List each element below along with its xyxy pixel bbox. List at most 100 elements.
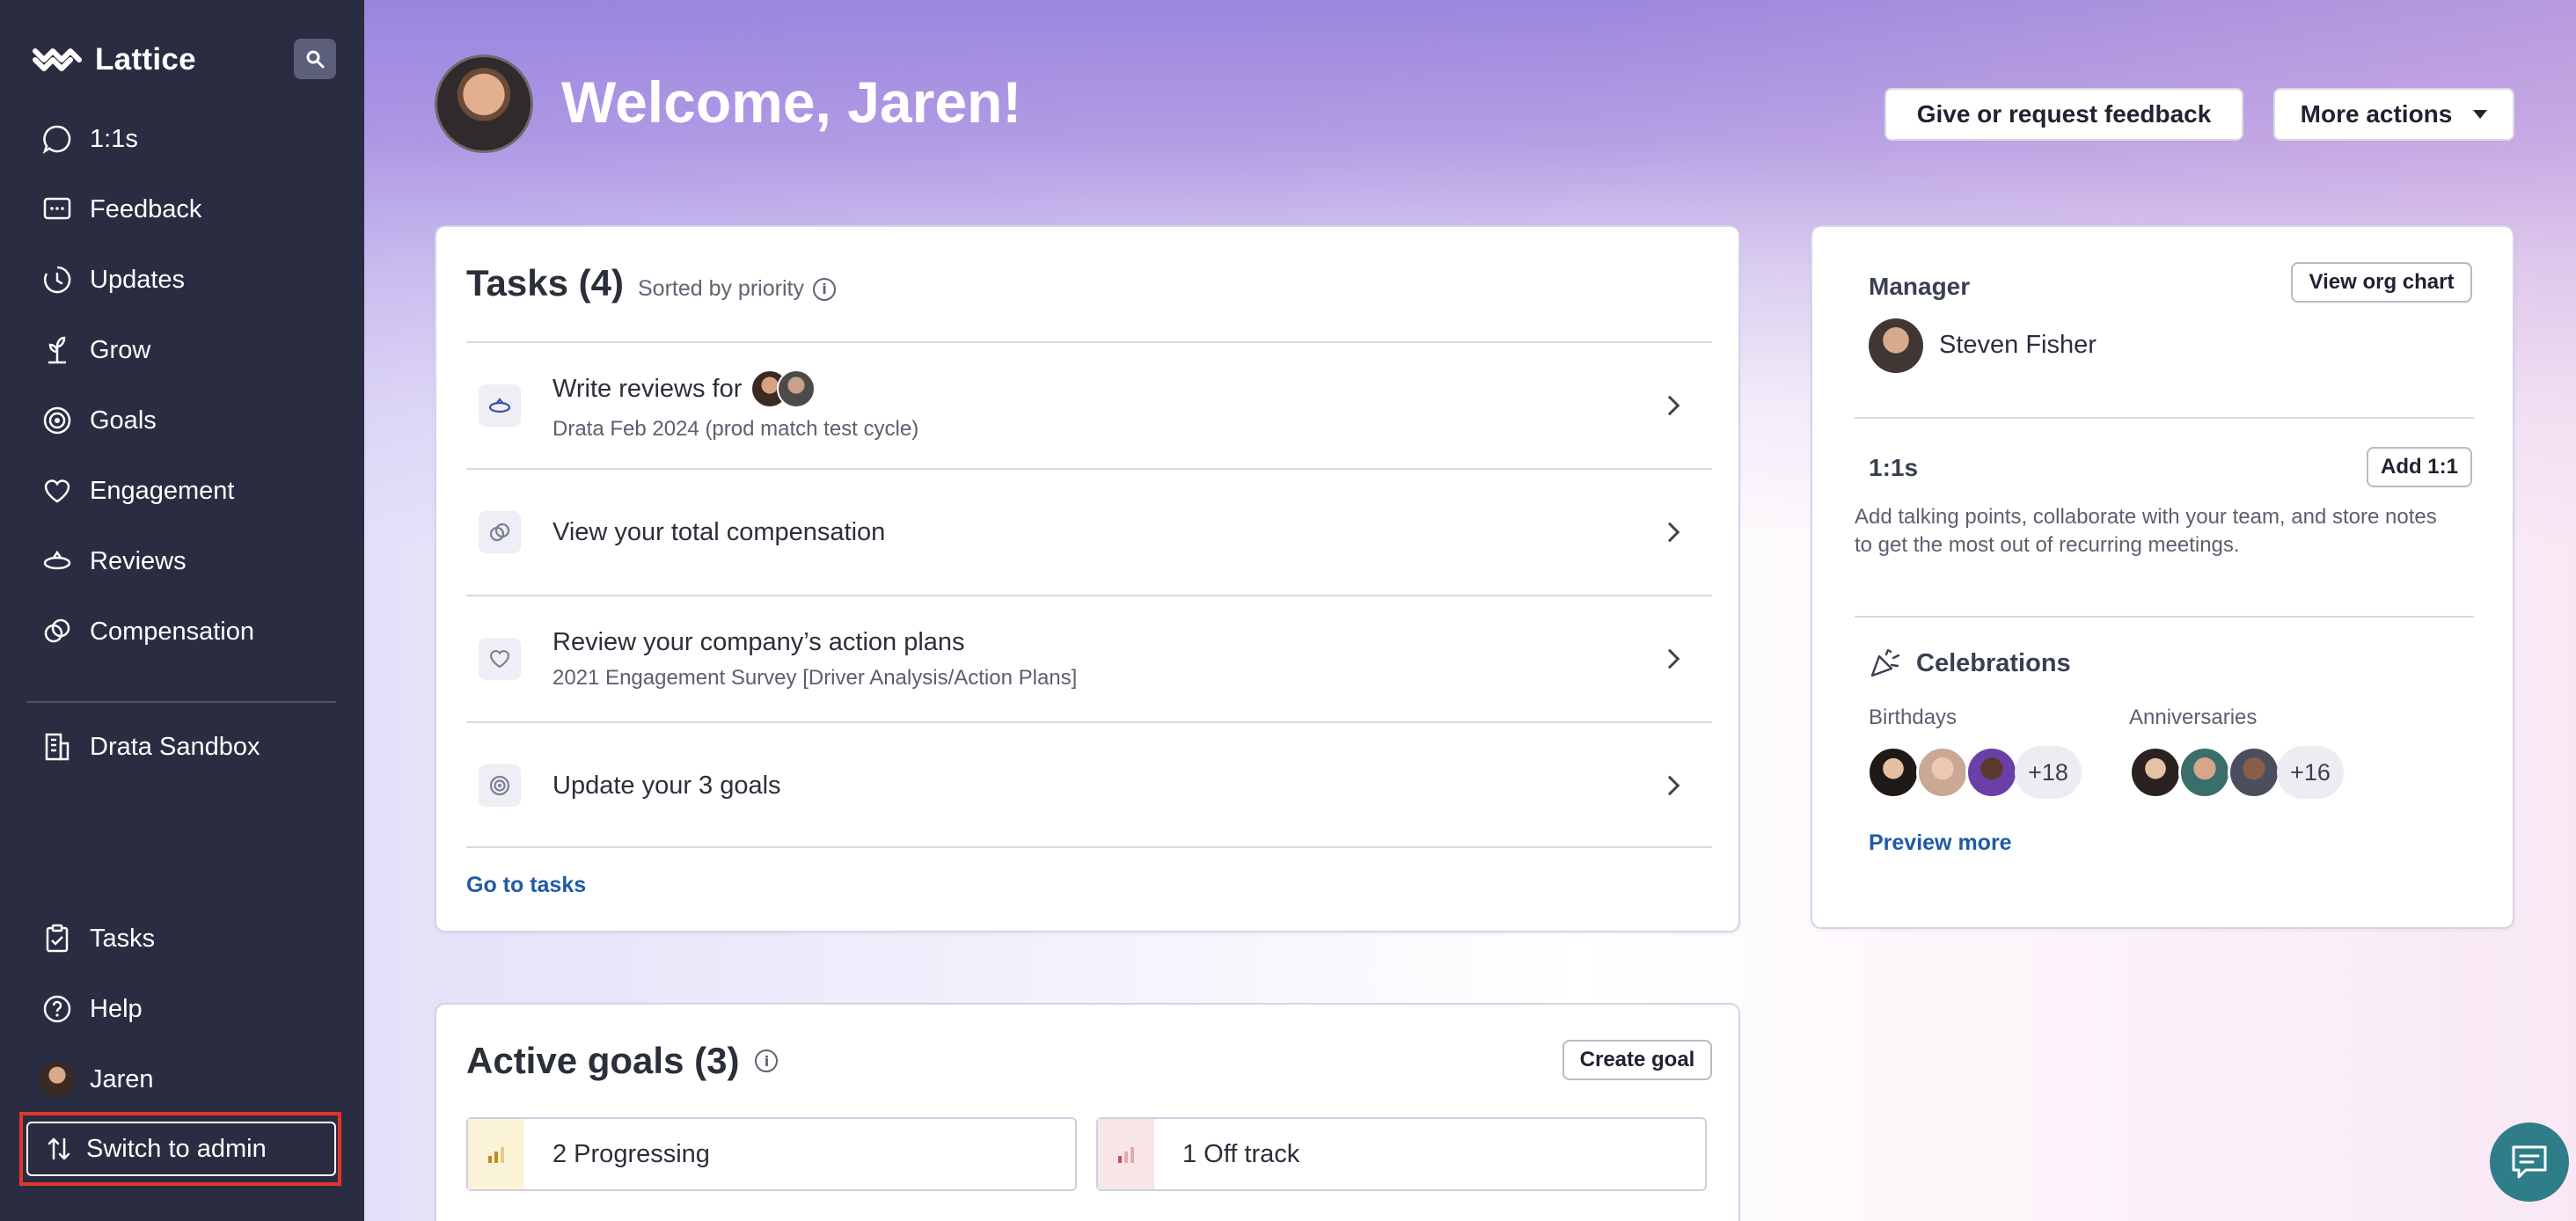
celebrations-heading: Celebrations — [1869, 647, 2071, 679]
chat-icon — [2512, 1145, 2547, 1179]
task-row[interactable]: Write reviews for Drata Feb 2024 (prod m… — [466, 341, 1712, 468]
sidebar-item-grow[interactable]: Grow — [0, 315, 364, 385]
goals-heading: Active goals (3) i — [466, 1040, 779, 1082]
task-row[interactable]: View your total compensation — [466, 468, 1712, 595]
sidebar-bottom: Tasks Help Jaren — [0, 903, 364, 1115]
oneonones-label: 1:1s — [1869, 454, 1919, 481]
celebrations-label: Celebrations — [1916, 648, 2071, 677]
more-actions-button[interactable]: More actions — [2273, 88, 2514, 141]
tasks-sort-label: Sorted by priority i — [638, 276, 836, 302]
sidebar-item-label: Reviews — [90, 546, 187, 575]
task-title: Write reviews for — [553, 374, 743, 403]
task-list: Write reviews for Drata Feb 2024 (prod m… — [466, 341, 1712, 848]
sidebar-item-drata-sandbox[interactable]: Drata Sandbox — [0, 712, 364, 782]
party-popper-icon — [1870, 648, 1900, 677]
sidebar-item-engagement[interactable]: Engagement — [0, 456, 364, 526]
target-icon — [40, 404, 74, 437]
avatar — [777, 369, 816, 408]
sidebar-item-goals[interactable]: Goals — [0, 385, 364, 456]
sidebar-item-1on1s[interactable]: 1:1s — [0, 104, 364, 174]
goal-status-off-track[interactable]: 1 Off track — [1096, 1117, 1707, 1191]
sidebar-item-feedback[interactable]: Feedback — [0, 174, 364, 245]
task-title: Update your 3 goals — [553, 771, 781, 800]
switch-to-admin-label: Switch to admin — [86, 1134, 267, 1163]
birthdays-avatars[interactable]: +18 — [1867, 746, 2082, 799]
goal-status-progressing[interactable]: 2 Progressing — [466, 1117, 1077, 1191]
brand-name: Lattice — [95, 42, 196, 77]
manager-label: Manager — [1869, 273, 1971, 300]
sidebar-item-updates[interactable]: Updates — [0, 245, 364, 315]
task-row[interactable]: Review your company’s action plans 2021 … — [466, 595, 1712, 721]
sidebar-org: Drata Sandbox — [0, 712, 364, 782]
add-1on1-button[interactable]: Add 1:1 — [2367, 447, 2472, 487]
avatar — [2228, 746, 2280, 799]
task-title: View your total compensation — [553, 517, 886, 546]
sidebar-item-label: Goals — [90, 406, 157, 435]
bar-chart-icon — [468, 1119, 524, 1189]
sidebar-item-label: Compensation — [90, 617, 254, 646]
active-goals-card: Active goals (3) i Create goal 2 Progres… — [435, 1003, 1740, 1221]
updates-icon — [40, 263, 74, 296]
avatar — [2129, 746, 2182, 799]
task-subtitle: 2021 Engagement Survey [Driver Analysis/… — [553, 665, 1078, 690]
view-org-chart-button[interactable]: View org chart — [2291, 262, 2472, 303]
grow-icon — [40, 333, 74, 367]
target-icon — [479, 764, 521, 807]
review-avatars — [750, 369, 816, 408]
off-track-label: 1 Off track — [1182, 1139, 1300, 1168]
add-1on1-label: Add 1:1 — [2380, 455, 2458, 479]
task-row[interactable]: Update your 3 goals — [466, 721, 1712, 848]
sidebar-item-compensation[interactable]: Compensation — [0, 596, 364, 667]
tasks-card: Tasks (4) Sorted by priority i Write rev… — [435, 225, 1740, 932]
go-to-tasks-link[interactable]: Go to tasks — [466, 873, 586, 898]
chat-bubble-icon — [40, 122, 74, 156]
task-subtitle: Drata Feb 2024 (prod match test cycle) — [553, 417, 919, 441]
anniversaries-label: Anniversaries — [2129, 706, 2258, 729]
reviews-icon — [40, 545, 74, 578]
avatar — [435, 55, 533, 153]
page-title: Welcome, Jaren! — [561, 69, 1022, 135]
sidebar-item-help[interactable]: Help — [0, 974, 364, 1044]
give-request-feedback-button[interactable]: Give or request feedback — [1884, 88, 2243, 141]
switch-arrows-icon — [48, 1137, 70, 1160]
sidebar: Lattice 1:1s Feedback Updates Grow Goals… — [0, 0, 364, 1221]
info-icon[interactable]: i — [812, 277, 836, 301]
task-title: Review your company’s action plans — [553, 627, 965, 656]
chevron-right-icon — [1659, 775, 1680, 796]
chevron-right-icon — [1659, 522, 1680, 543]
manager-card: Manager View org chart Steven Fisher 1:1… — [1811, 225, 2514, 929]
sidebar-item-label: Grow — [90, 335, 151, 364]
preview-more-link[interactable]: Preview more — [1869, 830, 2012, 856]
more-actions-label: More actions — [2300, 100, 2453, 128]
sidebar-item-reviews[interactable]: Reviews — [0, 526, 364, 596]
brand[interactable]: Lattice — [32, 40, 196, 79]
feedback-button-label: Give or request feedback — [1916, 100, 2212, 128]
goals-title: Active goals (3) — [466, 1040, 740, 1081]
create-goal-label: Create goal — [1579, 1048, 1695, 1071]
sidebar-search-button[interactable] — [294, 39, 336, 79]
switch-to-admin-button[interactable]: Switch to admin — [26, 1122, 336, 1176]
progressing-label: 2 Progressing — [553, 1139, 710, 1168]
birthdays-more-count: +18 — [2015, 746, 2082, 799]
bar-chart-icon — [1098, 1119, 1154, 1189]
building-icon — [40, 730, 74, 764]
support-chat-button[interactable] — [2490, 1122, 2569, 1202]
search-icon — [306, 50, 325, 69]
avatar — [1916, 746, 1969, 799]
view-org-chart-label: View org chart — [2309, 270, 2455, 294]
create-goal-button[interactable]: Create goal — [1562, 1040, 1712, 1080]
sidebar-item-label: Feedback — [90, 194, 202, 223]
chevron-right-icon — [1659, 395, 1680, 416]
manager-name[interactable]: Steven Fisher — [1939, 331, 2097, 360]
divider — [1855, 616, 2474, 618]
feedback-icon — [40, 193, 74, 226]
sidebar-item-label: Help — [90, 994, 143, 1023]
sidebar-item-tasks[interactable]: Tasks — [0, 903, 364, 974]
sidebar-item-label: Tasks — [90, 924, 156, 953]
info-icon[interactable]: i — [755, 1049, 779, 1072]
tasks-header: Tasks (4) Sorted by priority i — [466, 262, 836, 304]
anniversaries-avatars[interactable]: +16 — [2129, 746, 2344, 799]
sidebar-item-profile[interactable]: Jaren — [0, 1044, 364, 1115]
avatar — [40, 1062, 74, 1097]
oneonones-description: Add talking points, collaborate with you… — [1855, 505, 2437, 557]
